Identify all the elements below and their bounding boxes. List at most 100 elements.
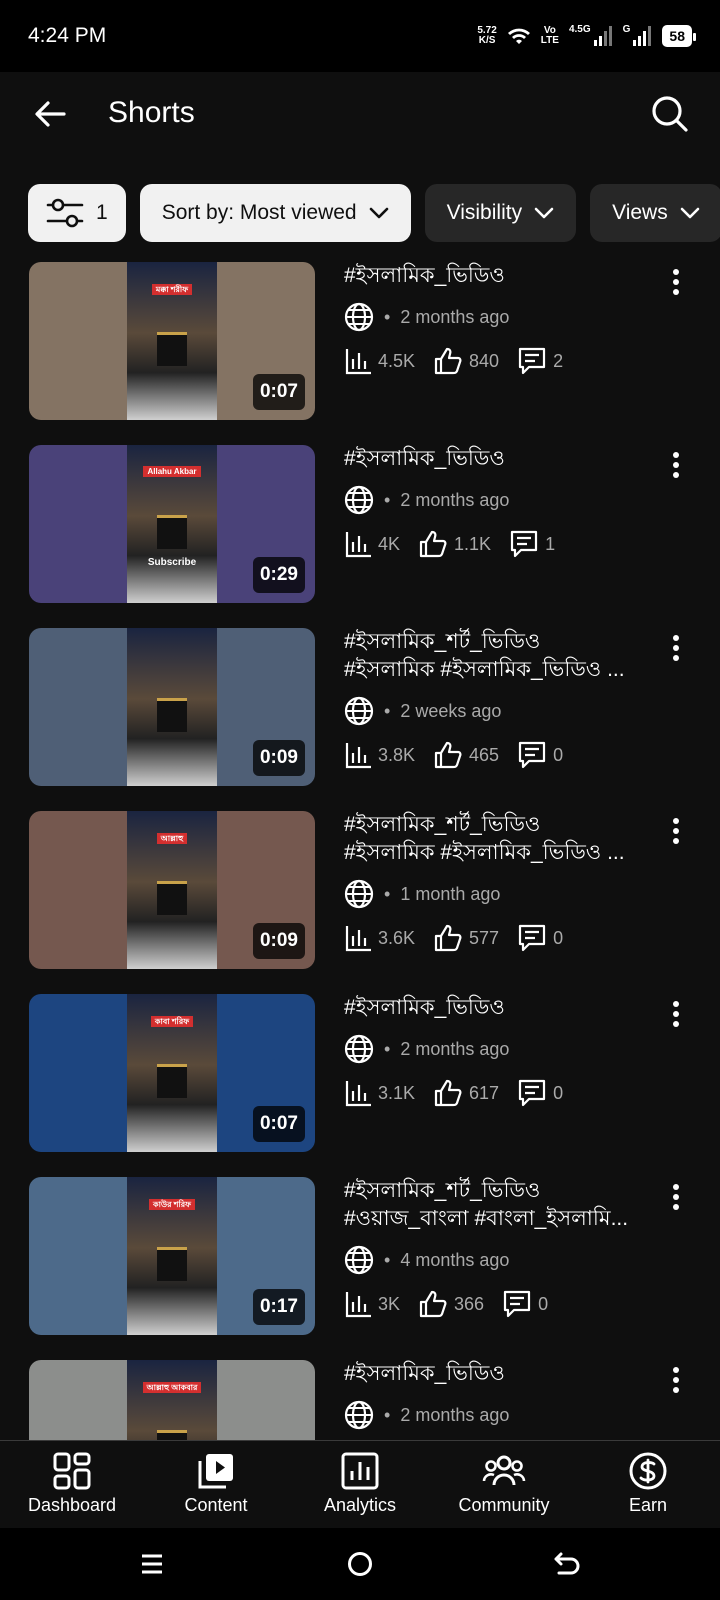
video-thumbnail[interactable]: কাউর শরিফ 0:17 [29,1177,315,1335]
community-icon [482,1455,526,1486]
nav-earn[interactable]: Earn [576,1441,720,1528]
back-button[interactable] [28,92,72,136]
status-time: 4:24 PM [28,24,107,47]
video-stats: 3.1K 617 0 [344,1078,644,1108]
kaaba-shape [157,332,187,366]
video-title: #ইসলামিক_শর্ট_ভিডিও [344,1179,541,1202]
video-row[interactable]: Allahu Akbar Subscribe 0:29 #ইসলামিক_ভিডিও •… [0,445,720,605]
video-age: 2 months ago [400,1404,510,1425]
globe-icon [344,1400,374,1430]
home-button[interactable] [340,1546,380,1582]
views-count: 3.8K [378,744,416,765]
video-title: #ইসলামিক_ভিডিও [344,996,505,1019]
likes-count: 1.1K [454,533,492,554]
video-row[interactable]: কাউর শরিফ 0:17 #ইসলামিক_শর্ট_ভিডিও #ওয়াজ_ব… [0,1177,720,1337]
visibility-label: Visibility [446,201,523,224]
sort-dropdown[interactable]: Sort by: Most viewed [139,184,411,242]
nav-content-label: Content [184,1495,248,1515]
video-row[interactable]: কাবা শরিফ 0:07 #ইসলামিক_ভিডিও • 2 months ago… [0,994,720,1154]
chevron-down-icon [369,207,388,219]
bar-chart-icon [345,1081,371,1107]
nav-analytics-label: Analytics [323,1495,397,1515]
globe-icon [344,879,374,909]
more-options-button[interactable] [662,1362,690,1398]
video-age: 2 months ago [400,306,510,327]
nav-content[interactable]: Content [144,1441,288,1528]
nav-community-label: Community [458,1495,550,1515]
video-thumbnail[interactable]: আল্লাহু 0:09 [29,811,315,969]
comments-count: 0 [553,927,564,948]
video-row[interactable]: মক্কা শরীফ 0:07 #ইসলামিক_ভিডিও • 2 months ag… [0,262,720,422]
comments-count: 2 [553,350,564,371]
video-thumbnail[interactable]: Allahu Akbar Subscribe 0:29 [29,445,315,603]
more-vert-icon [673,1184,679,1210]
likes-count: 617 [469,1082,500,1103]
video-row[interactable]: আল্লাহু 0:09 #ইসলামিক_শর্ট_ভিডিও #ইসলামিক #… [0,811,720,971]
back-nav-button[interactable] [548,1546,588,1582]
search-icon [652,96,688,132]
video-row[interactable]: 0:09 #ইসলামিক_শর্ট_ভিডিও #ইসলামিক #ইসলামিক… [0,628,720,788]
comments-count: 0 [538,1293,549,1314]
more-vert-icon [673,452,679,478]
video-thumbnail[interactable]: 0:09 [29,628,315,786]
system-nav-bar [0,1528,720,1600]
kaaba-shape [157,1247,187,1281]
nav-community[interactable]: Community [432,1441,576,1528]
recents-button[interactable] [132,1546,172,1582]
comments-count: 1 [545,533,556,554]
kaaba-shape [157,515,187,549]
volte-badge: Vo LTE [540,25,559,46]
video-thumbnail[interactable]: মক্কা শরীফ 0:07 [29,262,315,420]
thumbs-up-icon [434,741,462,769]
more-options-button[interactable] [662,264,690,300]
back-nav-icon [554,1552,580,1575]
comments-stat: 2 [517,346,563,376]
content-icon [198,1454,233,1489]
bar-chart-icon [345,532,371,558]
more-options-button[interactable] [662,1179,690,1215]
more-vert-icon [673,269,679,295]
nav-analytics[interactable]: Analytics [288,1441,432,1528]
video-age: 1 month ago [400,883,501,904]
likes-stat: 1.1K [418,529,491,559]
video-duration: 0:07 [252,1106,305,1142]
globe-icon [344,1034,374,1064]
more-options-button[interactable] [662,447,690,483]
globe-icon [344,485,374,515]
comment-icon [503,1290,531,1318]
top-bar: Shorts [0,72,720,162]
video-meta: • 2 months ago [344,302,644,332]
comments-stat: 0 [517,1078,563,1108]
more-options-button[interactable] [662,996,690,1032]
video-title: #ইসলামিক_ভিডিও [344,1362,505,1385]
more-vert-icon [673,635,679,661]
views-count: 3K [378,1293,401,1314]
analytics-icon [341,1452,379,1490]
bar-chart-icon [345,349,371,375]
views-count: 4.5K [378,350,416,371]
nav-dashboard[interactable]: Dashboard [0,1441,144,1528]
search-button[interactable] [648,92,692,136]
thumb-caption: আল্লাহু আকবার [127,1382,217,1395]
views-count: 3.6K [378,927,416,948]
video-meta: • 2 weeks ago [344,696,644,726]
visibility-dropdown[interactable]: Visibility [424,184,577,242]
more-options-button[interactable] [662,813,690,849]
signal-1: 4.5G [569,25,613,47]
status-icons: 5.72 K/S Vo LTE 4.5G G 58 [477,22,696,50]
views-dropdown[interactable]: Views [590,184,720,242]
kaaba-shape [157,881,187,915]
more-options-button[interactable] [662,630,690,666]
nav-dashboard-label: Dashboard [27,1495,117,1515]
filter-button[interactable]: 1 [28,184,126,242]
thumbnail-image [127,628,217,786]
views-stat: 3.6K [344,924,415,952]
likes-stat: 465 [433,740,499,770]
video-info: #ইসলামিক_ভিডিও • 2 months ago 4K 1.1K 1 [344,445,644,559]
comments-count: 0 [553,744,564,765]
menu-icon [142,1554,162,1574]
video-thumbnail[interactable]: কাবা শরিফ 0:07 [29,994,315,1152]
page-title: Shorts [108,96,195,129]
video-title-line2: #ওয়াজ_বাংলা #বাংলা_ইসলামি... [344,1207,629,1230]
comment-icon [510,530,538,558]
